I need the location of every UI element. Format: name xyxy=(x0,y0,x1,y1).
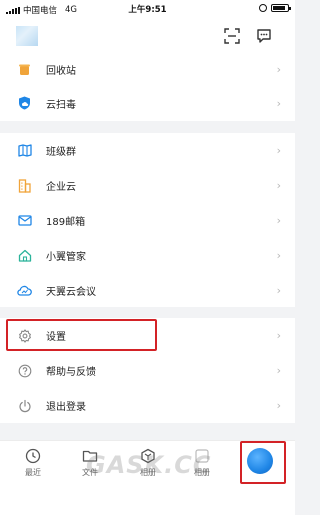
status-time: 上午9:51 xyxy=(128,5,167,15)
menu-item-cloud-meeting[interactable]: 天翼云会议 › xyxy=(0,273,295,308)
menu-item-cloud-antivirus[interactable]: 云扫毒 › xyxy=(0,86,295,120)
menu-item-home-manager[interactable]: 小翼管家 › xyxy=(0,238,295,273)
power-icon xyxy=(17,398,32,413)
chevron-right-icon: › xyxy=(276,96,281,110)
clock-icon xyxy=(24,447,42,465)
chevron-right-icon: › xyxy=(276,144,281,157)
chevron-right-icon: › xyxy=(276,214,281,227)
chevron-right-icon: › xyxy=(276,249,281,262)
cloud-antivirus-icon xyxy=(17,96,32,111)
alarm-icon xyxy=(259,4,267,12)
cloud-meeting-icon xyxy=(17,283,32,298)
help-icon xyxy=(17,363,32,378)
avatar[interactable] xyxy=(16,26,38,46)
header xyxy=(0,18,295,52)
menu-item-class-group[interactable]: 班级群 › xyxy=(0,133,295,168)
menu-item-logout[interactable]: 退出登录 › xyxy=(0,388,295,423)
home-manager-icon xyxy=(17,248,32,263)
scan-icon[interactable] xyxy=(224,28,240,44)
menu-item-label: 云扫毒 xyxy=(46,99,76,111)
mail-icon xyxy=(17,213,32,228)
battery-icon xyxy=(271,4,291,12)
class-group-icon xyxy=(17,143,32,158)
chevron-right-icon: › xyxy=(276,364,281,377)
menu-item-enterprise-cloud[interactable]: 企业云 › xyxy=(0,168,295,203)
enterprise-cloud-icon xyxy=(17,178,32,193)
status-bar: 中国电信 4G 上午9:51 xyxy=(0,0,295,18)
message-icon[interactable] xyxy=(256,28,272,44)
menu-item-help-feedback[interactable]: 帮助与反馈 › xyxy=(0,353,295,388)
chevron-right-icon: › xyxy=(276,329,281,342)
menu-group-storage: 回收站 › 云扫毒 › xyxy=(0,52,295,121)
menu-item-label: 小翼管家 xyxy=(46,252,86,263)
watermark-logo: GASK.CC xyxy=(86,451,212,479)
chevron-right-icon: › xyxy=(276,284,281,297)
menu-item-label: 企业云 xyxy=(46,182,76,193)
chevron-right-icon: › xyxy=(276,179,281,192)
menu-item-label: 天翼云会议 xyxy=(46,287,96,298)
menu-item-label: 189邮箱 xyxy=(46,217,86,228)
menu-item-recycle-bin[interactable]: 回收站 › xyxy=(0,52,295,86)
chevron-right-icon: › xyxy=(276,399,281,412)
nav-tab-recent[interactable]: 最近 xyxy=(13,445,53,478)
profile-highlight-box xyxy=(240,441,286,484)
chevron-right-icon: › xyxy=(276,62,281,76)
menu-item-label: 班级群 xyxy=(46,147,76,158)
menu-item-label: 帮助与反馈 xyxy=(46,367,96,378)
menu-group-services: 班级群 › 企业云 › 189邮箱 › 小翼管家 › 天翼云会议 › xyxy=(0,133,295,307)
recycle-bin-icon xyxy=(17,62,32,77)
menu-item-label: 退出登录 xyxy=(46,402,86,413)
nav-tab-label: 最近 xyxy=(25,468,41,477)
menu-item-label: 回收站 xyxy=(46,65,76,77)
menu-item-189-mail[interactable]: 189邮箱 › xyxy=(0,203,295,238)
settings-highlight-box xyxy=(6,319,157,351)
